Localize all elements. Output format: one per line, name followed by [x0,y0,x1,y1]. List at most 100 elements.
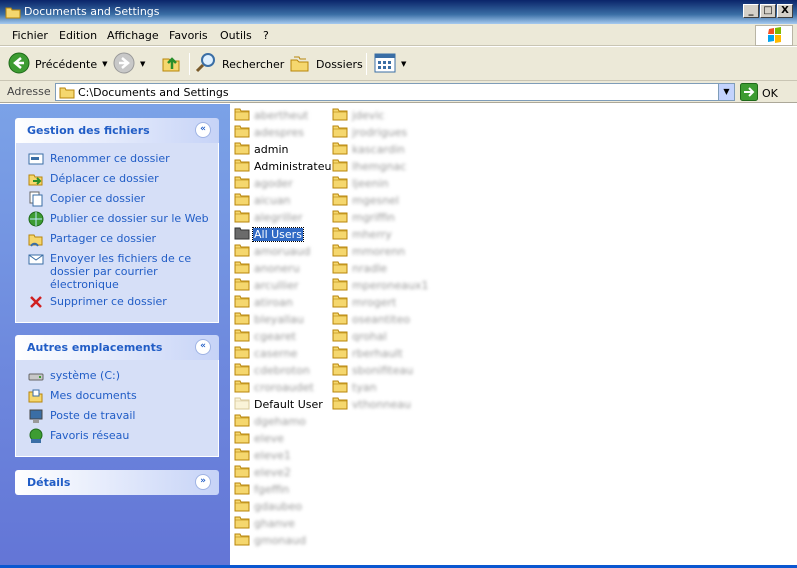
folder-item[interactable]: rberhault [332,345,429,362]
title-bar[interactable]: Documents and Settings _ □ X [0,0,797,24]
menu-fichier[interactable]: Fichier [12,29,48,42]
menu-help[interactable]: ? [263,29,269,42]
folder-item[interactable]: lhemgnac [332,158,429,175]
folder-item[interactable]: eleve [234,430,337,447]
address-dropdown-button[interactable]: ▼ [718,84,734,100]
folder-item[interactable]: vthonneau [332,396,429,413]
menu-favoris[interactable]: Favoris [169,29,208,42]
task-delete-folder[interactable]: Supprimer ce dossier [16,294,218,314]
folder-name: kascardin [352,143,405,156]
task-rename-folder[interactable]: Renommer ce dossier [16,151,218,171]
place-network[interactable]: Favoris réseau [16,428,218,448]
up-folder-button[interactable] [160,52,182,76]
folder-item[interactable]: ljeenin [332,175,429,192]
place-my-documents[interactable]: Mes documents [16,388,218,408]
folder-icon [234,107,250,124]
forward-button[interactable]: ▼ [113,52,145,76]
place-system-drive[interactable]: système (C:) [16,368,218,388]
folder-item[interactable]: mperoneaux1 [332,277,429,294]
folder-icon [234,379,250,396]
folder-item[interactable]: cdebroton [234,362,337,379]
menu-outils[interactable]: Outils [220,29,252,42]
folder-name: Administrateur [254,160,336,173]
folder-item[interactable]: amoruaud [234,243,337,260]
address-input[interactable]: C:\Documents and Settings ▼ [55,83,735,101]
task-move-folder[interactable]: Déplacer ce dossier [16,171,218,191]
folder-item[interactable]: mherry [332,226,429,243]
folder-name: dgehamo [254,415,306,428]
folder-item[interactable]: gmonaud [234,532,337,549]
folder-item[interactable]: jrodrigues [332,124,429,141]
folder-item[interactable]: bleyallau [234,311,337,328]
expand-icon[interactable]: » [195,474,211,490]
folder-icon [332,192,348,209]
folder-item[interactable]: agoder [234,175,337,192]
folder-icon [332,311,348,328]
collapse-icon[interactable]: « [195,339,211,355]
maximize-button[interactable]: □ [760,4,776,18]
chevron-down-icon: ▼ [140,60,146,68]
folder-item[interactable]: caserne [234,345,337,362]
menu-affichage[interactable]: Affichage [107,29,159,42]
folder-item[interactable]: tyan [332,379,429,396]
task-publish-web[interactable]: Publier ce dossier sur le Web [16,211,218,231]
place-my-computer[interactable]: Poste de travail [16,408,218,428]
task-email-files[interactable]: Envoyer les fichiers de ce dossier par c… [16,251,218,294]
toolbar: Précédente ▼ ▼ Rechercher Dossiers ▼ [0,47,797,81]
folder-item[interactable]: aicuan [234,192,337,209]
folder-item[interactable]: mrogert [332,294,429,311]
folder-item[interactable]: mmorenn [332,243,429,260]
folder-item[interactable]: atiroan [234,294,337,311]
task-copy-folder[interactable]: Copier ce dossier [16,191,218,211]
file-tasks-header[interactable]: Gestion des fichiers « [15,118,219,143]
folder-item[interactable]: anoneru [234,260,337,277]
menu-edition[interactable]: Edition [59,29,97,42]
folder-item[interactable]: alegriller [234,209,337,226]
folder-icon [234,396,250,413]
folders-icon [289,52,311,77]
folder-icon [332,294,348,311]
folder-item[interactable]: All Users [234,226,337,243]
folder-item[interactable]: arcullier [234,277,337,294]
task-share-folder[interactable]: Partager ce dossier [16,231,218,251]
folder-item[interactable]: jdevic [332,107,429,124]
details-header[interactable]: Détails » [15,470,219,495]
folders-button[interactable]: Dossiers [289,52,363,76]
folder-item[interactable]: adespres [234,124,337,141]
folder-item[interactable]: mgesnel [332,192,429,209]
network-icon [28,428,44,444]
folder-item[interactable]: admin [234,141,337,158]
folder-item[interactable]: sbonifiteau [332,362,429,379]
file-list[interactable]: abertheut adespres admin Administrateur agod… [230,104,797,568]
folder-item[interactable]: eleve1 [234,447,337,464]
minimize-button[interactable]: _ [743,4,759,18]
folder-item[interactable]: qrohal [332,328,429,345]
folder-item[interactable]: nradle [332,260,429,277]
other-places-header[interactable]: Autres emplacements « [15,335,219,360]
folder-item[interactable]: Administrateur [234,158,337,175]
folder-item[interactable]: oseantiteo [332,311,429,328]
folder-icon [234,430,250,447]
folder-item[interactable]: kascardin [332,141,429,158]
folder-item[interactable]: cgearet [234,328,337,345]
folder-item[interactable]: eleve2 [234,464,337,481]
close-button[interactable]: X [777,4,793,18]
folder-item[interactable]: mgriffin [332,209,429,226]
folder-icon [234,277,250,294]
folder-item[interactable]: croroaudet [234,379,337,396]
go-button[interactable]: OK [740,83,778,104]
folder-item[interactable]: gdaubeo [234,498,337,515]
folder-name: rberhault [352,347,403,360]
back-button[interactable]: Précédente ▼ [8,52,108,76]
folder-item[interactable]: ghanve [234,515,337,532]
folder-item[interactable]: fgeffin [234,481,337,498]
folder-item[interactable]: dgehamo [234,413,337,430]
folder-name: aicuan [254,194,291,207]
views-button[interactable]: ▼ [374,52,406,76]
search-button[interactable]: Rechercher [195,52,284,76]
folder-item[interactable]: Default User [234,396,337,413]
folder-item[interactable]: abertheut [234,107,337,124]
folder-icon [332,260,348,277]
menu-bar: Fichier Edition Affichage Favoris Outils… [0,24,797,46]
collapse-icon[interactable]: « [195,122,211,138]
